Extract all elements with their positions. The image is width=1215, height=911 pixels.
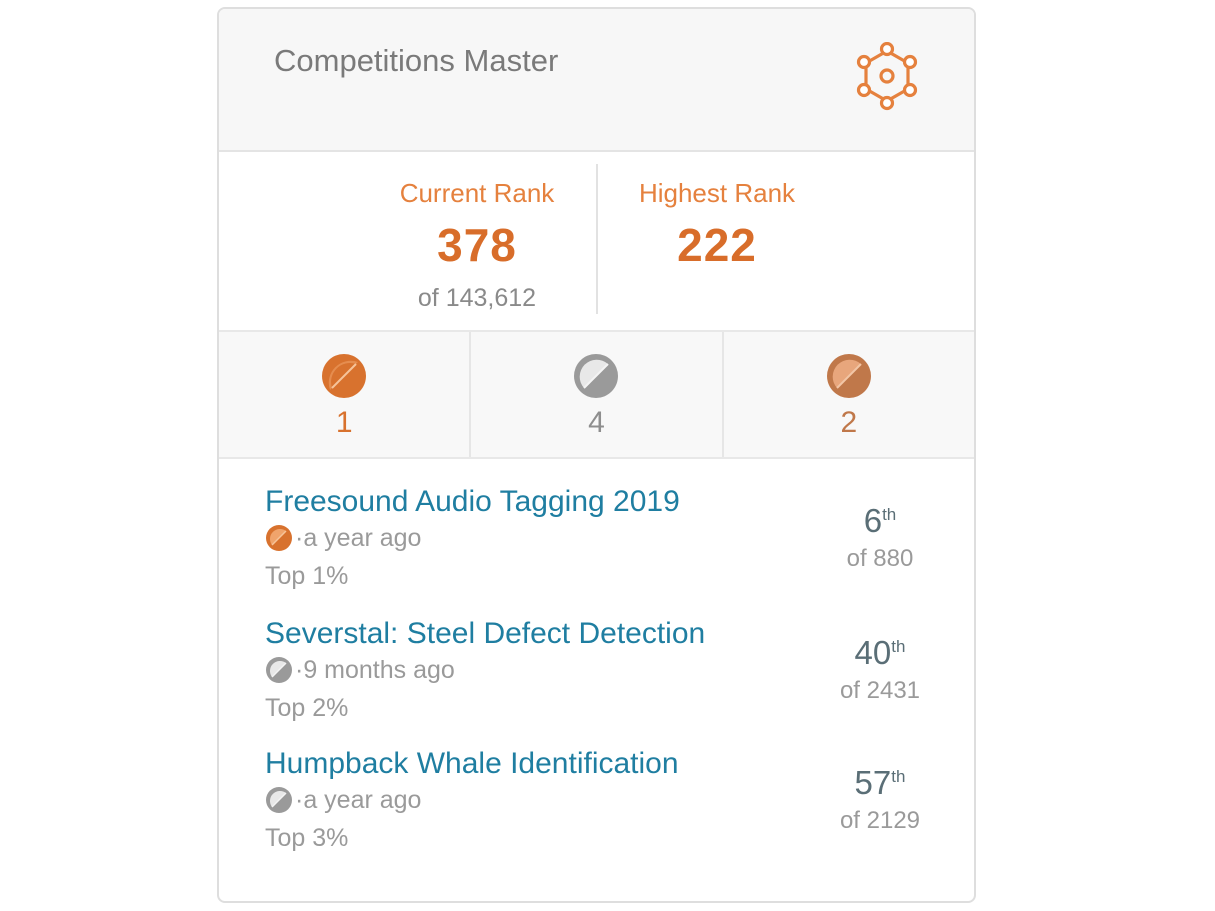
tier-name: Competitions Master [274,43,559,78]
competition-age: ·9 months ago [295,656,455,684]
place-number: 40 [854,634,892,671]
competition-place: 40th [815,635,945,671]
highest-rank-label: Highest Rank [638,178,796,208]
competition-total: of 880 [846,545,914,572]
gold-medal-icon [266,525,292,551]
competition-age: ·a year ago [295,524,422,552]
gold-medal-icon [322,354,367,398]
bronze-medal-icon [826,354,871,398]
competition-rank: 40th of 2431 [815,635,945,705]
competitions-card: Competitions Master Current Rank 378 of … [217,7,976,903]
silver-medal-icon [266,657,292,683]
competition-rank: 6th of 880 [815,503,945,573]
card-header: Competitions Master [219,9,974,152]
current-rank: Current Rank 378 of 143,612 [357,152,597,313]
place-suffix: th [891,767,906,786]
list-item: Severstal: Steel Defect Detection ·9 mon… [265,617,945,737]
competitions-network-icon [856,42,918,111]
place-suffix: th [891,637,906,656]
competition-total: of 2129 [839,807,921,834]
competition-place: 6th [815,503,945,539]
medal-silver: 4 [469,332,721,457]
silver-medal-count: 4 [588,406,605,439]
place-number: 57 [854,764,892,801]
highest-rank-value: 222 [677,219,757,271]
silver-medal-icon [574,354,619,398]
place-number: 6 [863,502,883,539]
bronze-medal-count: 2 [840,406,858,439]
competition-age: ·a year ago [295,786,422,814]
current-rank-total: of 143,612 [417,284,537,312]
medal-counts: 1 4 2 [219,332,974,459]
highest-rank: Highest Rank 222 [597,152,837,268]
current-rank-label: Current Rank [399,178,555,208]
competition-place: 57th [815,765,945,801]
silver-medal-icon [266,787,292,813]
current-rank-value: 378 [437,219,517,271]
competition-rank: 57th of 2129 [815,765,945,835]
medal-gold: 1 [219,332,469,457]
rank-summary: Current Rank 378 of 143,612 Highest Rank… [219,152,974,332]
place-suffix: th [882,505,897,524]
list-item: Humpback Whale Identification ·a year ag… [265,747,945,867]
competition-total: of 2431 [839,677,921,704]
gold-medal-count: 1 [335,406,353,439]
list-item: Freesound Audio Tagging 2019 ·a year ago… [265,485,945,605]
medal-bronze: 2 [721,332,974,457]
